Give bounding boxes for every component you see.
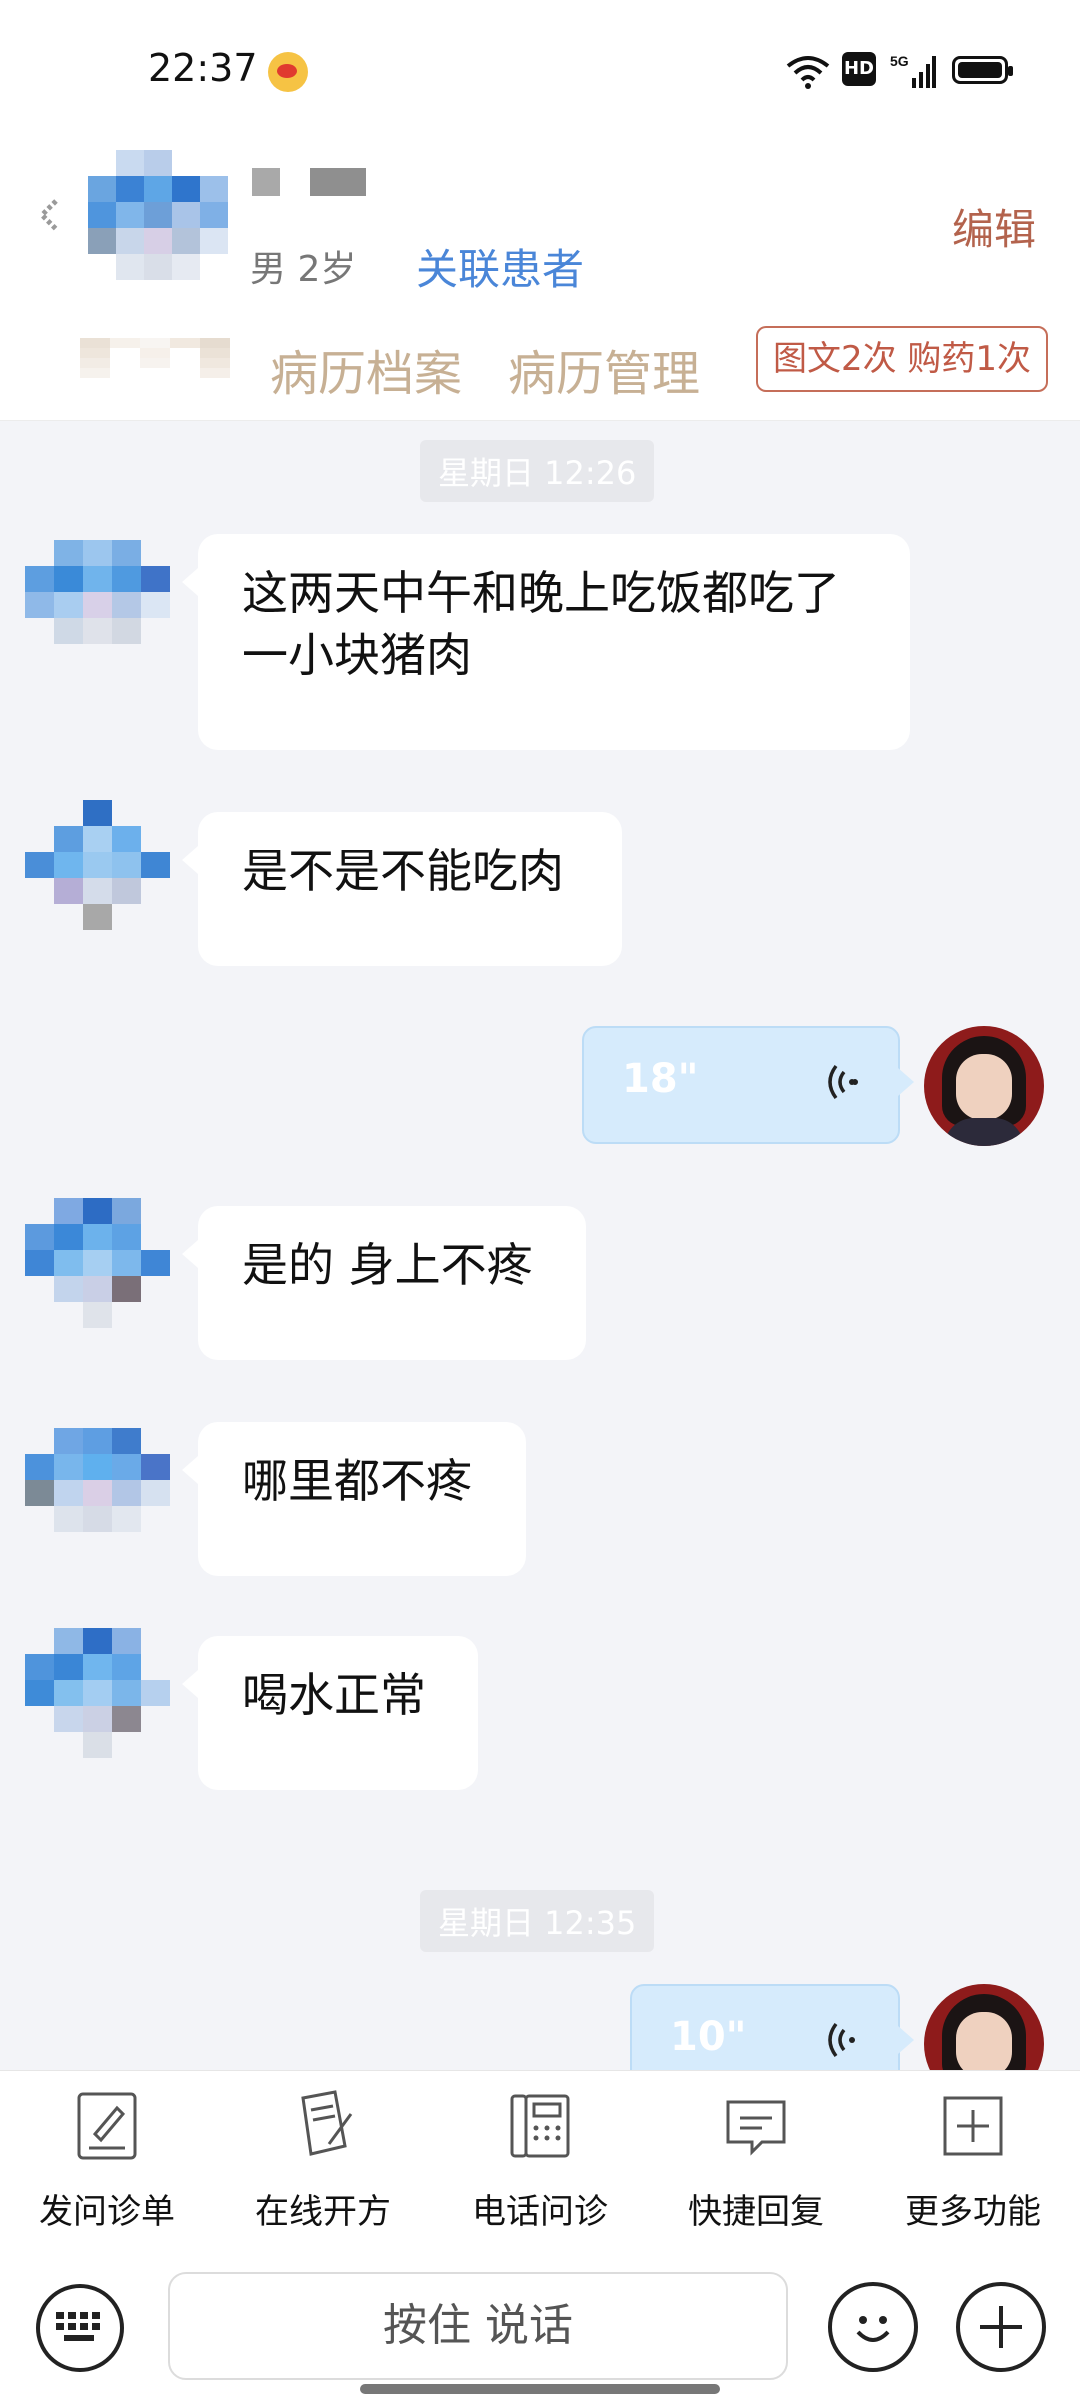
service-count-badge[interactable]: 图文2次 购药1次 bbox=[756, 326, 1048, 392]
smile-face-icon bbox=[856, 2316, 890, 2342]
patient-avatar[interactable] bbox=[25, 800, 170, 930]
tool-label: 电话问诊 bbox=[472, 2192, 608, 2232]
doctor-avatar[interactable] bbox=[924, 1984, 1044, 2070]
more-functions-button[interactable]: 更多功能 bbox=[883, 2088, 1063, 2233]
wifi-icon bbox=[786, 56, 830, 89]
tab-records-management[interactable]: 病历管理 bbox=[508, 334, 700, 404]
form-pen-icon bbox=[77, 2092, 137, 2160]
message-bubble[interactable]: 喝水正常 bbox=[182, 1636, 478, 1790]
edit-button[interactable]: 编辑 bbox=[952, 196, 1036, 257]
hd-voice-icon: HD bbox=[842, 52, 876, 86]
emoji-icon[interactable] bbox=[828, 2282, 918, 2372]
voice-duration: 10" bbox=[670, 2014, 747, 2060]
voice-duration: 18" bbox=[622, 1056, 699, 1102]
chat-bubble-icon bbox=[726, 2100, 786, 2156]
phone-consult-button[interactable]: 电话问诊 bbox=[450, 2088, 630, 2233]
quick-reply-button[interactable]: 快捷回复 bbox=[666, 2088, 846, 2233]
patient-gender-age: 男 2岁 bbox=[250, 249, 357, 290]
message-bubble[interactable]: 哪里都不疼 bbox=[182, 1422, 526, 1576]
patient-name-blurred bbox=[310, 168, 366, 196]
plus-box-icon bbox=[943, 2096, 1003, 2156]
signal-5g-icon: 5G bbox=[890, 53, 936, 88]
tool-label: 更多功能 bbox=[905, 2192, 1041, 2232]
tab-blurred[interactable] bbox=[80, 338, 230, 388]
consult-form-button[interactable]: 发问诊单 bbox=[17, 2088, 197, 2233]
voice-message-bubble[interactable]: 18" bbox=[582, 1026, 914, 1144]
doctor-avatar[interactable] bbox=[924, 1026, 1044, 1146]
tab-medical-records[interactable]: 病历档案 bbox=[270, 334, 462, 404]
patient-avatar[interactable] bbox=[25, 1198, 170, 1328]
patient-avatar[interactable] bbox=[25, 1628, 170, 1758]
voice-playback-icon bbox=[828, 1064, 858, 1100]
patient-name-blurred bbox=[252, 168, 280, 196]
hold-to-talk-button[interactable]: 按住 说话 bbox=[168, 2272, 788, 2380]
battery-icon bbox=[952, 56, 1013, 84]
keyboard-icon[interactable] bbox=[36, 2284, 124, 2372]
message-bubble[interactable]: 这两天中午和晚上吃饭都吃了一小块猪肉 bbox=[182, 534, 910, 750]
patient-avatar[interactable] bbox=[25, 540, 170, 670]
time-chip: 星期日 12:35 bbox=[420, 1890, 655, 1952]
telephone-icon bbox=[510, 2094, 570, 2158]
add-icon bbox=[980, 2306, 1022, 2348]
patient-avatar[interactable] bbox=[88, 150, 228, 280]
prescription-icon bbox=[301, 2090, 353, 2156]
voice-playback-icon bbox=[828, 2022, 855, 2058]
tool-label: 发问诊单 bbox=[39, 2192, 175, 2232]
link-patient-link[interactable]: 关联患者 bbox=[416, 236, 584, 297]
message-bubble[interactable]: 是的 身上不疼 bbox=[182, 1206, 586, 1360]
chat-clip-region: 10" bbox=[0, 1984, 1080, 2070]
voice-message-bubble[interactable]: 10" bbox=[630, 1984, 914, 2070]
weibo-notification-icon bbox=[268, 52, 308, 92]
online-prescription-button[interactable]: 在线开方 bbox=[233, 2088, 413, 2233]
time-chip: 星期日 12:26 bbox=[420, 440, 655, 502]
network-type-label: 5G bbox=[890, 53, 909, 69]
tool-label: 快捷回复 bbox=[688, 2192, 824, 2232]
home-indicator[interactable] bbox=[360, 2384, 720, 2394]
plus-icon[interactable] bbox=[956, 2282, 1046, 2372]
status-time: 22:37 bbox=[148, 46, 258, 90]
message-bubble[interactable]: 是不是不能吃肉 bbox=[182, 812, 622, 966]
tool-label: 在线开方 bbox=[255, 2192, 391, 2232]
patient-avatar[interactable] bbox=[25, 1428, 170, 1558]
back-icon[interactable] bbox=[30, 195, 70, 235]
keyboard-keys-icon bbox=[56, 2312, 100, 2341]
